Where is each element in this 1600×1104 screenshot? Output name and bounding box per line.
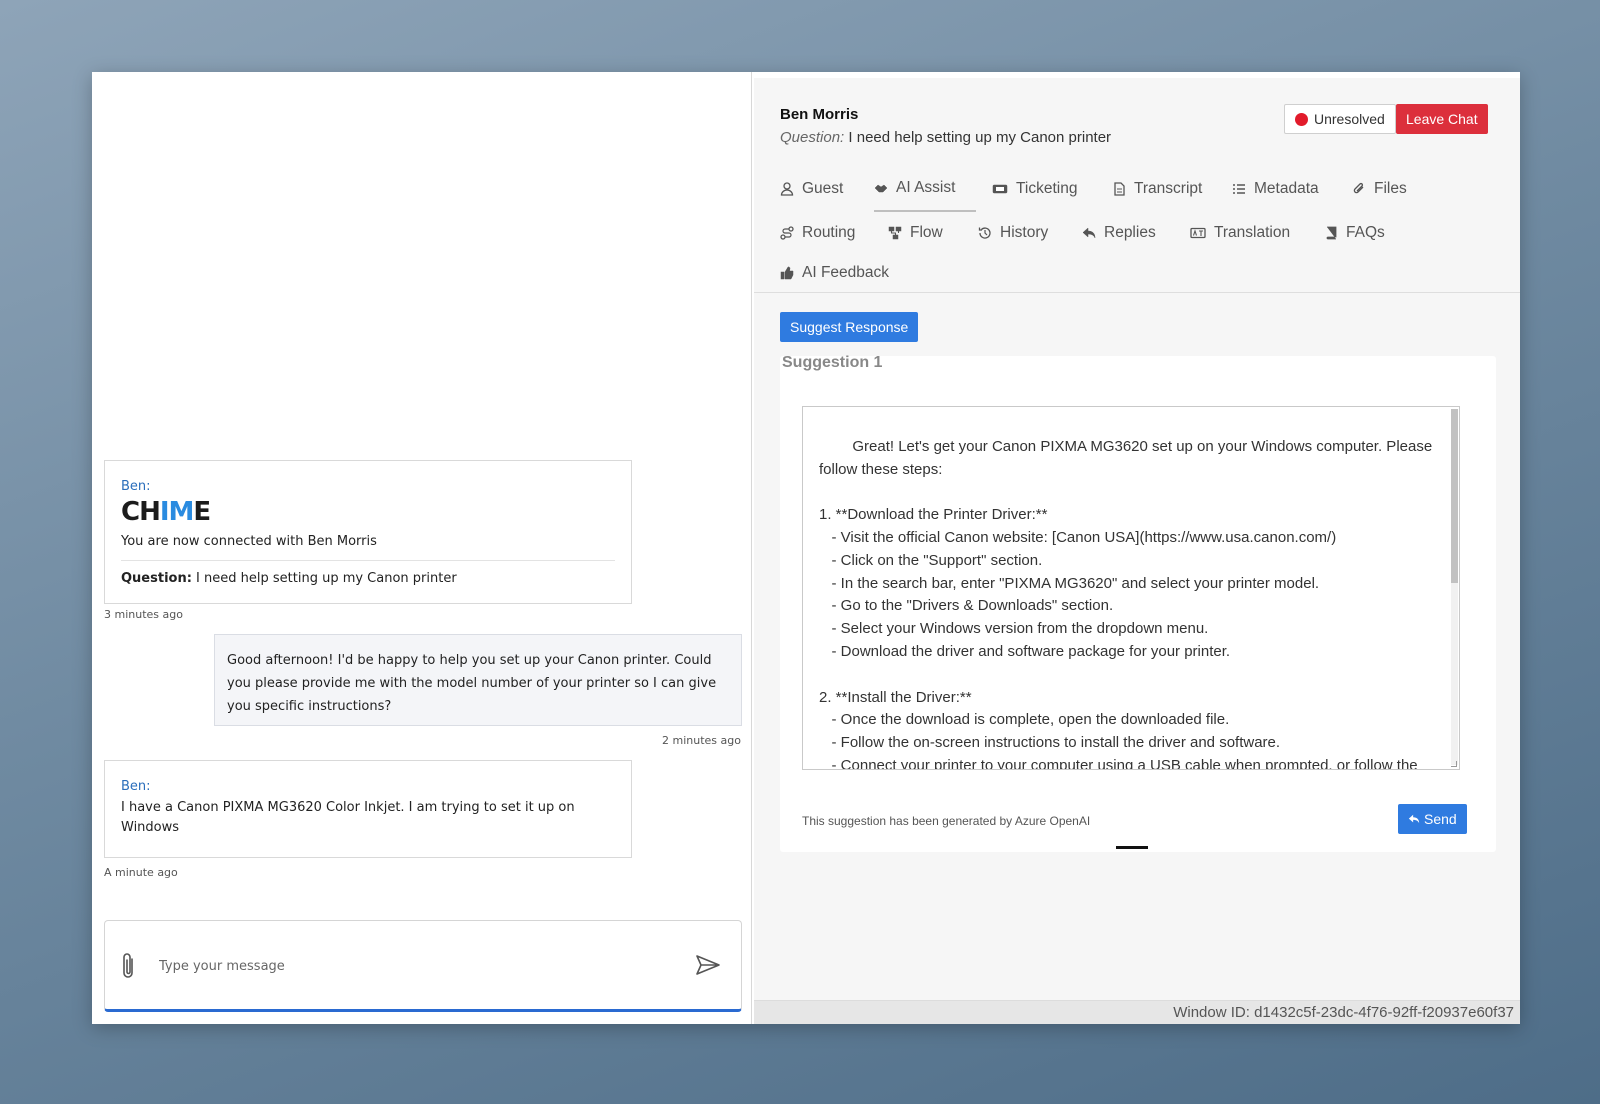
message-input[interactable] bbox=[159, 953, 679, 979]
tab-history[interactable]: History bbox=[978, 218, 1052, 248]
guest-name: Ben Morris bbox=[780, 106, 859, 123]
file-icon bbox=[1114, 182, 1125, 196]
chime-logo: CHIME bbox=[121, 497, 211, 527]
message-timestamp: 2 minutes ago bbox=[662, 734, 741, 747]
tab-guest[interactable]: Guest bbox=[780, 174, 847, 204]
message-sender: Ben: bbox=[121, 479, 151, 494]
route-icon bbox=[780, 226, 794, 240]
welcome-question: Question: I need help setting up my Cano… bbox=[121, 571, 457, 586]
tab-ai-assist[interactable]: AI Assist bbox=[874, 174, 976, 212]
handshake-icon bbox=[874, 184, 888, 193]
guest-message: Ben: I have a Canon PIXMA MG3620 Color I… bbox=[104, 760, 632, 858]
question-line: Question: I need help setting up my Cano… bbox=[780, 129, 1112, 146]
suggestion-textarea[interactable]: Great! Let's get your Canon PIXMA MG3620… bbox=[802, 406, 1460, 770]
reply-icon bbox=[1408, 814, 1420, 824]
chat-pane: Ben: CHIME You are now connected with Be… bbox=[92, 72, 752, 1024]
welcome-message: Ben: CHIME You are now connected with Be… bbox=[104, 460, 632, 604]
suggestion-text: Great! Let's get your Canon PIXMA MG3620… bbox=[819, 437, 1433, 770]
resize-grip-icon[interactable] bbox=[1451, 761, 1457, 767]
scrollbar-thumb[interactable] bbox=[1451, 409, 1458, 583]
status-button[interactable]: Unresolved bbox=[1284, 104, 1396, 134]
status-dot-icon bbox=[1295, 112, 1308, 126]
window-id: Window ID: d1432c5f-23dc-4f76-92ff-f2093… bbox=[1173, 1004, 1514, 1021]
tab-routing[interactable]: Routing bbox=[780, 218, 859, 248]
tabs-divider bbox=[754, 292, 1520, 293]
user-icon bbox=[780, 182, 794, 196]
suggestion-card: Suggestion 1 Great! Let's get your Canon… bbox=[780, 354, 1496, 852]
message-timestamp: A minute ago bbox=[104, 866, 178, 879]
guest-message-text: I have a Canon PIXMA MG3620 Color Inkjet… bbox=[121, 800, 575, 835]
tab-replies[interactable]: Replies bbox=[1082, 218, 1160, 248]
tab-files[interactable]: Files bbox=[1352, 174, 1411, 204]
message-sender: Ben: bbox=[121, 779, 151, 794]
agent-message: Good afternoon! I'd be happy to help you… bbox=[214, 634, 742, 726]
tab-ai-feedback[interactable]: AI Feedback bbox=[780, 258, 893, 288]
tab-metadata[interactable]: Metadata bbox=[1232, 174, 1323, 204]
reply-icon bbox=[1082, 227, 1096, 239]
tab-flow[interactable]: Flow bbox=[888, 218, 947, 248]
history-icon bbox=[978, 227, 991, 239]
divider bbox=[121, 560, 615, 561]
conversation-header: Ben Morris Question: I need help setting… bbox=[780, 106, 1111, 146]
tab-faqs[interactable]: FAQs bbox=[1324, 218, 1389, 248]
sitemap-icon bbox=[888, 226, 902, 240]
tab-ticketing[interactable]: Ticketing bbox=[992, 174, 1081, 204]
message-timestamp: 3 minutes ago bbox=[104, 608, 183, 621]
drag-handle bbox=[1116, 846, 1148, 849]
list-icon bbox=[1233, 184, 1245, 194]
paperclip-icon bbox=[1353, 182, 1364, 194]
tab-transcript[interactable]: Transcript bbox=[1112, 174, 1206, 204]
paperclip-icon[interactable] bbox=[119, 951, 137, 981]
send-suggestion-button[interactable]: Send bbox=[1398, 804, 1467, 834]
message-composer bbox=[104, 920, 742, 1012]
send-icon[interactable] bbox=[695, 953, 721, 977]
thumbs-up-icon bbox=[780, 266, 794, 280]
generated-note: This suggestion has been generated by Az… bbox=[802, 814, 1091, 828]
connected-text: You are now connected with Ben Morris bbox=[121, 534, 377, 549]
suggest-response-button[interactable]: Suggest Response bbox=[780, 312, 919, 342]
book-icon bbox=[1326, 226, 1337, 240]
agent-pane: Ben Morris Question: I need help setting… bbox=[754, 78, 1520, 1024]
ticket-icon bbox=[992, 184, 1008, 194]
status-bar: Window ID: d1432c5f-23dc-4f76-92ff-f2093… bbox=[754, 1000, 1520, 1024]
app-window: Ben: CHIME You are now connected with Be… bbox=[92, 72, 1520, 1024]
tab-translation[interactable]: Translation bbox=[1190, 218, 1294, 248]
language-icon bbox=[1190, 227, 1206, 239]
leave-chat-button[interactable]: Leave Chat bbox=[1396, 104, 1488, 134]
suggestion-title: Suggestion 1 bbox=[782, 354, 883, 371]
